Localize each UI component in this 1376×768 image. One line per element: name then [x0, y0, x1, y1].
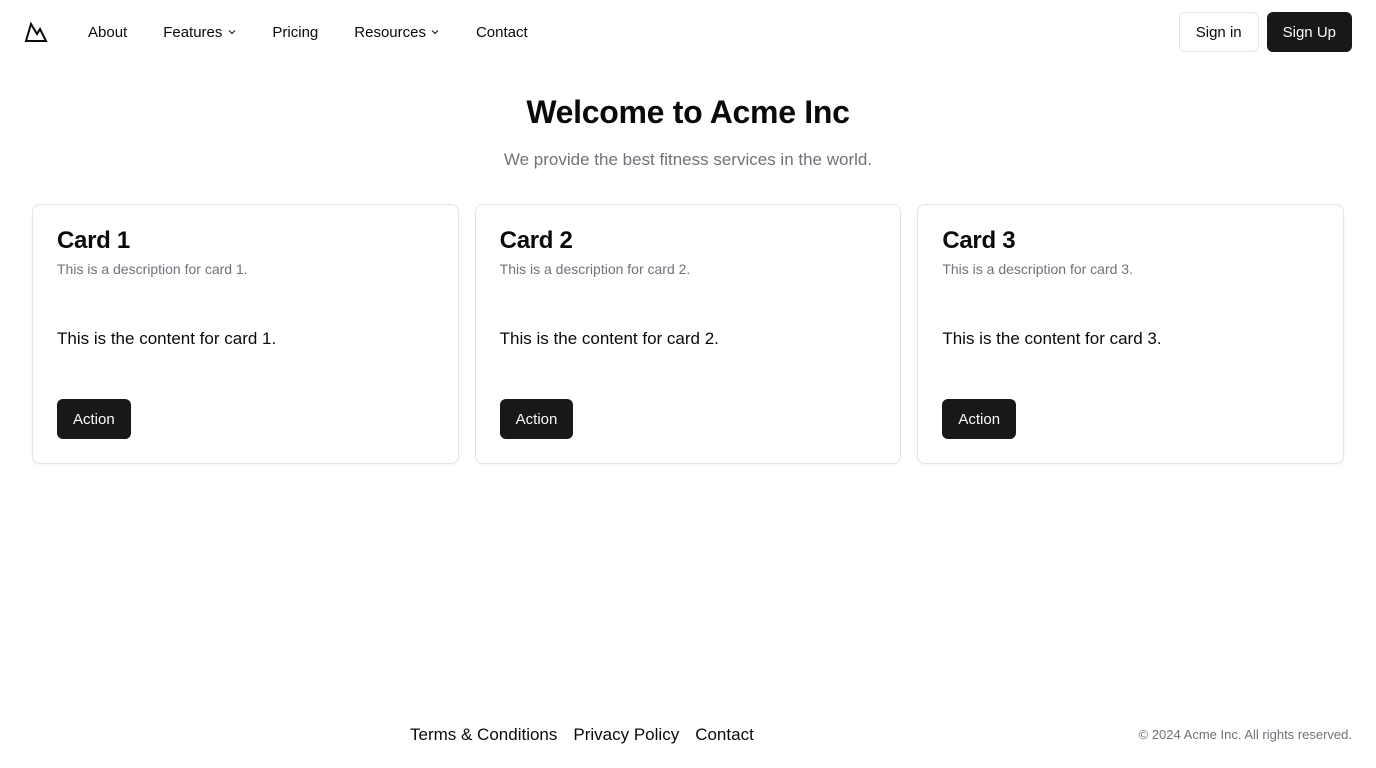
card-action-button[interactable]: Action [499, 399, 574, 439]
card-content: This is the content for card 3. [942, 329, 1162, 348]
auth-actions: Sign in Sign Up [1178, 12, 1352, 52]
nav-resources[interactable]: Resources [354, 24, 440, 41]
card-description: This is a description for card 3. [942, 261, 1133, 277]
card-action-button[interactable]: Action [57, 399, 131, 439]
nav-features-label: Features [163, 23, 223, 41]
card-content: This is the content for card 2. [499, 329, 719, 348]
site-header: About Features Pricing Resources Contact [0, 0, 1376, 64]
chevron-down-icon [431, 28, 440, 37]
copyright-text: © 2024 Acme Inc. All rights reserved. [1138, 727, 1352, 742]
nav-about[interactable]: About [88, 24, 127, 41]
page-title: Welcome to Acme Inc [526, 94, 850, 130]
chevron-down-icon [227, 28, 236, 37]
nav-contact[interactable]: Contact [476, 24, 528, 41]
card-title: Card 3 [942, 227, 1016, 254]
main-nav: About Features Pricing Resources Contact [88, 24, 528, 41]
card-title: Card 1 [57, 227, 130, 254]
card: Card 3 This is a description for card 3.… [917, 204, 1345, 464]
sign-in-button[interactable]: Sign in [1178, 12, 1259, 52]
page-subtitle: We provide the best fitness services in … [503, 150, 873, 169]
nav-features[interactable]: Features [163, 24, 236, 41]
card-action-button[interactable]: Action [942, 399, 1017, 439]
nav-resources-label: Resources [354, 23, 426, 41]
sign-up-button[interactable]: Sign Up [1266, 12, 1352, 52]
card-title: Card 2 [499, 227, 573, 254]
nav-pricing-label: Pricing [272, 23, 319, 41]
card-description: This is a description for card 1. [57, 261, 248, 277]
footer-links: Terms & Conditions Privacy Policy Contac… [410, 725, 754, 745]
nav-pricing[interactable]: Pricing [272, 24, 318, 41]
footer-link-contact[interactable]: Contact [695, 725, 754, 745]
footer-link-terms[interactable]: Terms & Conditions [410, 725, 557, 745]
card-grid: Card 1 This is a description for card 1.… [32, 204, 1345, 464]
card-description: This is a description for card 2. [499, 261, 691, 277]
footer-link-privacy[interactable]: Privacy Policy [573, 725, 679, 745]
card-content: This is the content for card 1. [57, 329, 277, 348]
card: Card 1 This is a description for card 1.… [32, 204, 459, 464]
mountain-icon[interactable] [24, 20, 48, 44]
card: Card 2 This is a description for card 2.… [474, 204, 902, 464]
nav-contact-label: Contact [475, 23, 528, 41]
nav-about-label: About [88, 23, 128, 41]
